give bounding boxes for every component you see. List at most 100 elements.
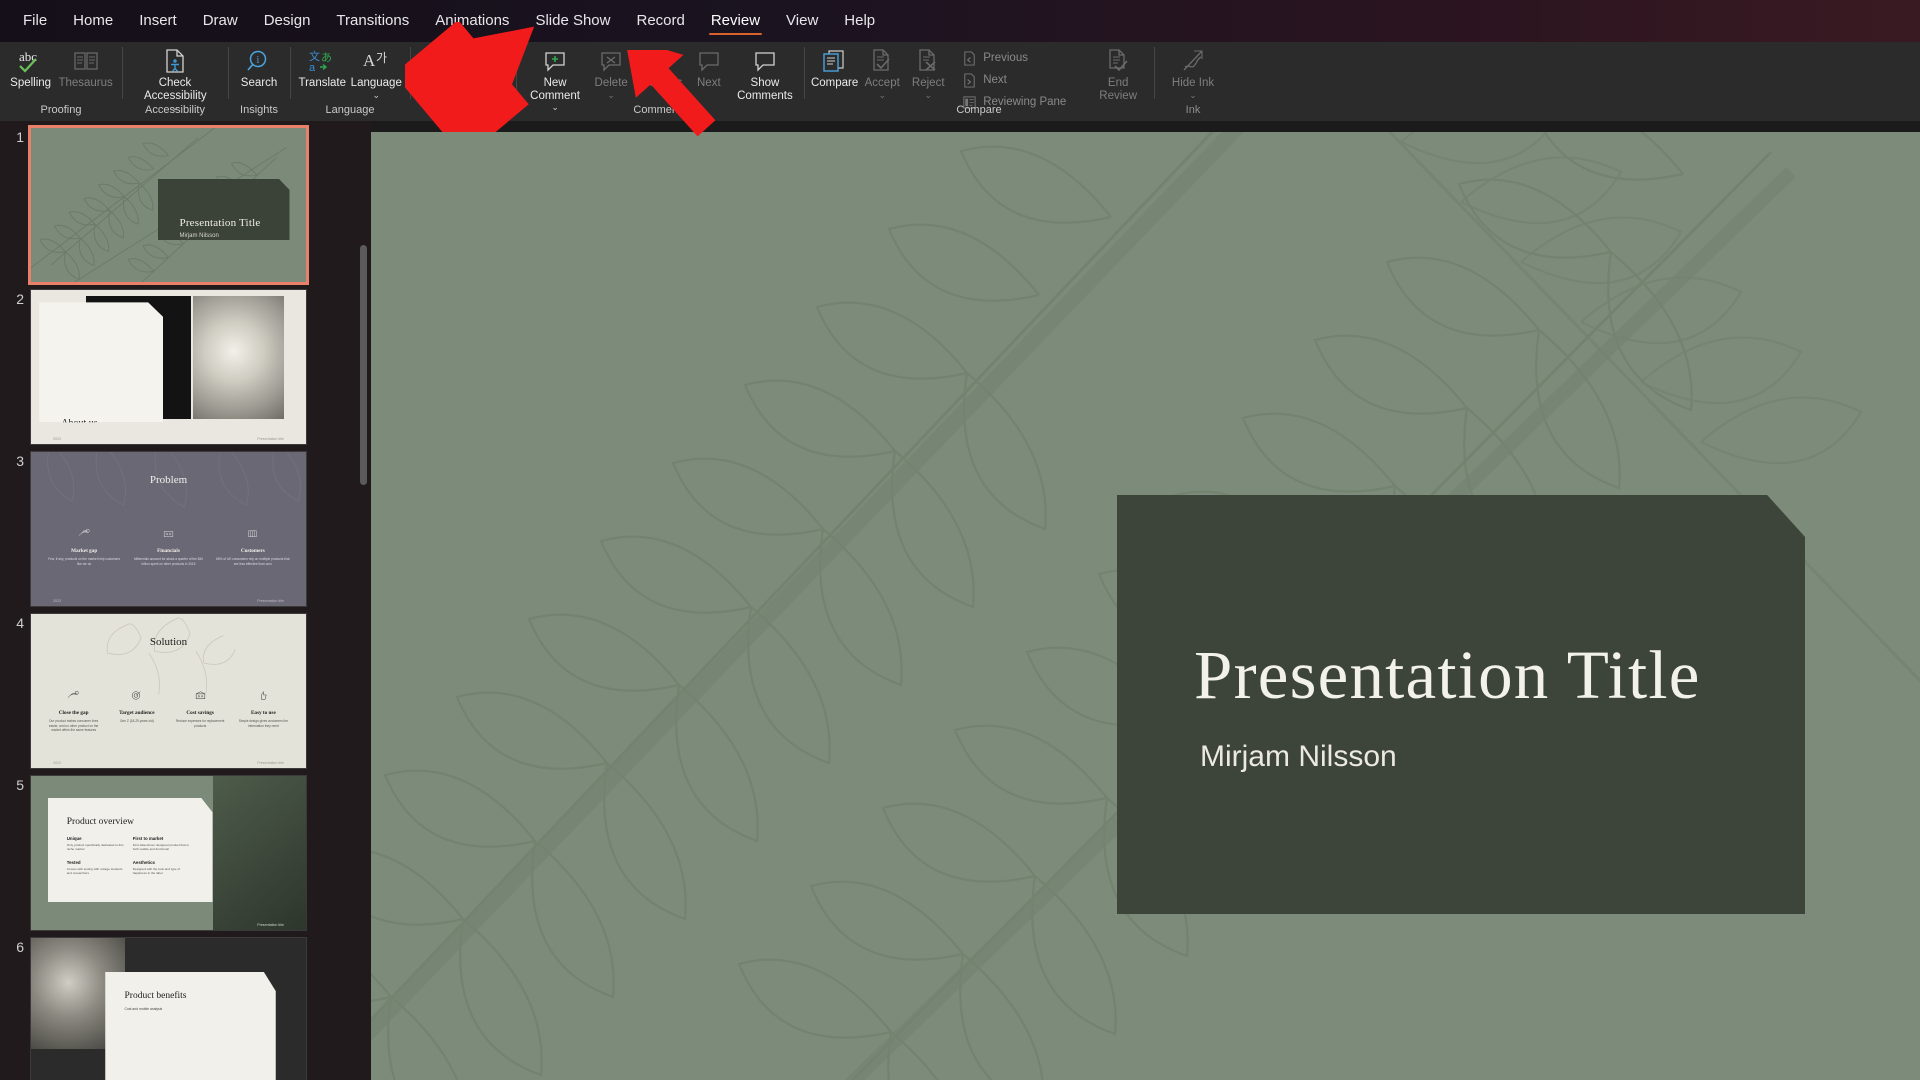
slide-thumbnail-1[interactable]: 1 Presentation Title Mirjam Nilsson <box>0 121 371 285</box>
chevron-down-icon[interactable]: ⌄ <box>924 90 932 100</box>
group-label-activity: Activity <box>445 104 481 116</box>
group-label-compare: Compare <box>956 104 1002 116</box>
current-slide-canvas[interactable]: Presentation Title Mirjam Nilsson <box>371 132 1920 1080</box>
thumb-subtitle-1: Mirjam Nilsson <box>179 233 219 240</box>
menu-item-file[interactable]: File <box>10 6 60 36</box>
menu-item-transitions[interactable]: Transitions <box>323 6 422 36</box>
overview-text-3: Comes with testing with college students… <box>66 866 123 876</box>
slide-thumbnail-6[interactable]: 6 Product benefits Cost and mobile analy… <box>0 931 371 1080</box>
menu-item-view[interactable]: View <box>773 6 831 36</box>
solution-text-2: Gen Z (18-25 years old) <box>119 718 154 723</box>
menu-item-help[interactable]: Help <box>831 6 888 36</box>
product-overview-leaf-photo <box>212 776 306 930</box>
search-button[interactable]: i Search <box>234 46 284 90</box>
end-review-button[interactable]: End Review <box>1088 46 1148 102</box>
overview-heading-2: First to market <box>132 835 164 841</box>
next-change-item[interactable]: Next <box>957 70 1070 90</box>
slide-thumb-image-4[interactable]: Solution Close the gap Our product makes… <box>30 613 307 769</box>
thumb-title-4: Solution <box>149 635 188 648</box>
slide-thumbnail-5[interactable]: 5 Product overview Unique Only product s… <box>0 769 371 931</box>
group-label-insights: Insights <box>240 104 278 116</box>
translate-button[interactable]: 文aあ Translate <box>296 46 349 90</box>
slide-thumbnail-panel[interactable]: 1 Presentation Title Mirjam Nilsson 2 Ab… <box>0 121 371 1080</box>
chevron-down-icon[interactable]: ⌄ <box>607 90 615 100</box>
solution-heading-3: Cost savings <box>186 709 214 716</box>
slide-subtitle[interactable]: Mirjam Nilsson <box>1200 740 1397 774</box>
footer-left-3: 2023 <box>53 599 61 603</box>
ribbon-group-accessibility: Check Accessibility ⌄ Accessibility <box>122 42 228 121</box>
hide-ink-button[interactable]: Hide Ink ⌄ <box>1165 46 1221 100</box>
slide-thumb-image-6[interactable]: Product benefits Cost and mobile analysi… <box>30 937 307 1080</box>
thumb-title-3: Problem <box>149 473 188 486</box>
chevron-down-icon[interactable]: ⌄ <box>1189 90 1197 100</box>
accept-button[interactable]: Accept ⌄ <box>859 46 905 100</box>
chevron-down-icon[interactable]: ⌄ <box>878 90 886 100</box>
ribbon-group-proofing: abc Spelling Thesaurus Proofing <box>0 42 122 121</box>
menu-item-home[interactable]: Home <box>60 6 126 36</box>
reject-change-icon <box>915 48 941 74</box>
title-placeholder-card[interactable]: Presentation Title Mirjam Nilsson <box>1117 495 1805 914</box>
chevron-down-icon[interactable]: ⌄ <box>372 90 380 100</box>
search-magnifier-icon: i <box>246 48 272 74</box>
language-button[interactable]: A가 Language ⌄ <box>349 46 404 100</box>
overview-cell-4: Aesthetics Designed with the look and ty… <box>133 860 199 876</box>
product-benefits-slide-body: Product benefits Cost and mobile analysi… <box>31 938 306 1080</box>
compare-icon <box>821 48 849 74</box>
reject-button[interactable]: Reject ⌄ <box>905 46 951 100</box>
easy-to-use-icon <box>257 688 270 705</box>
overview-heading-4: Aesthetics <box>132 859 155 865</box>
previous-comment-icon <box>647 48 673 74</box>
compare-button[interactable]: Compare <box>810 46 859 90</box>
slide-thumb-image-2[interactable]: About us At Contoso, we empower organiza… <box>30 289 307 445</box>
slide-number-4: 4 <box>16 615 24 631</box>
slide-thumb-image-1[interactable]: Presentation Title Mirjam Nilsson <box>28 125 309 285</box>
footer-center-5: Presentation title <box>257 923 284 927</box>
show-changes-icon <box>475 48 499 74</box>
footer-left-2: 2023 <box>53 437 61 441</box>
slide-thumb-image-5[interactable]: Product overview Unique Only product spe… <box>30 775 307 931</box>
previous-change-label: Previous <box>983 52 1028 64</box>
product-overview-card: Product overview Unique Only product spe… <box>47 797 213 903</box>
slide-thumbnail-2[interactable]: 2 About us At Contoso, we empower organi… <box>0 283 371 445</box>
overview-text-4: Designed with the look and type of happi… <box>132 866 181 876</box>
slide-thumbnail-3[interactable]: 3 Problem Market gap Few, if any, produc… <box>0 445 371 607</box>
next-comment-label: Next <box>697 77 721 89</box>
slide-footer-5: Presentation title <box>31 923 306 927</box>
problem-heading-2: Financials <box>157 547 180 554</box>
previous-change-item[interactable]: Previous <box>957 48 1070 68</box>
menu-item-design[interactable]: Design <box>251 6 324 36</box>
solution-heading-4: Easy to use <box>250 709 276 716</box>
thesaurus-button[interactable]: Thesaurus <box>55 46 116 90</box>
thumbnail-scrollbar[interactable] <box>360 245 367 485</box>
slide-title[interactable]: Presentation Title <box>1194 636 1701 715</box>
solution-text-3: Reduce expenses for replacement products <box>175 718 225 728</box>
slide-thumbnail-4[interactable]: 4 Solution Close the gap Our product mak… <box>0 607 371 769</box>
next-comment-button[interactable]: Next <box>686 46 732 90</box>
menu-item-animations[interactable]: Animations <box>422 6 522 36</box>
financials-icon <box>162 526 175 543</box>
previous-comment-button[interactable]: Previous <box>634 46 686 90</box>
group-label-ink: Ink <box>1185 104 1201 116</box>
menu-item-review[interactable]: Review <box>698 6 773 36</box>
problem-slide-body: Problem Market gap Few, if any, products… <box>31 452 306 606</box>
reviewing-pane-icon <box>961 94 977 110</box>
menu-item-slide-show[interactable]: Slide Show <box>522 6 623 36</box>
menu-item-record[interactable]: Record <box>623 6 697 36</box>
solution-col-3: Cost savings Reduce expenses for replace… <box>169 688 232 733</box>
menu-item-draw[interactable]: Draw <box>190 6 251 36</box>
group-label-accessibility: Accessibility <box>145 104 205 116</box>
slide-editing-stage[interactable]: Presentation Title Mirjam Nilsson <box>371 121 1920 1080</box>
spelling-button[interactable]: abc Spelling <box>6 46 55 90</box>
slide-thumb-image-3[interactable]: Problem Market gap Few, if any, products… <box>30 451 307 607</box>
ribbon-group-compare: Compare Accept ⌄ Reject ⌄ Previous Next … <box>804 42 1154 121</box>
ribbon-toolbar: abc Spelling Thesaurus Proofing Check Ac… <box>0 42 1920 121</box>
delete-comment-button[interactable]: Delete ⌄ <box>588 46 634 100</box>
show-comments-button[interactable]: Show Comments <box>732 46 798 102</box>
thumb-title-1: Presentation Title <box>179 217 261 230</box>
slide-number-5: 5 <box>16 777 24 793</box>
show-changes-button[interactable]: Show Changes <box>463 46 510 102</box>
svg-text:文: 文 <box>309 49 320 63</box>
menu-item-insert[interactable]: Insert <box>126 6 190 36</box>
new-comment-icon <box>542 48 568 74</box>
footer-center-3: Presentation title <box>257 599 284 603</box>
